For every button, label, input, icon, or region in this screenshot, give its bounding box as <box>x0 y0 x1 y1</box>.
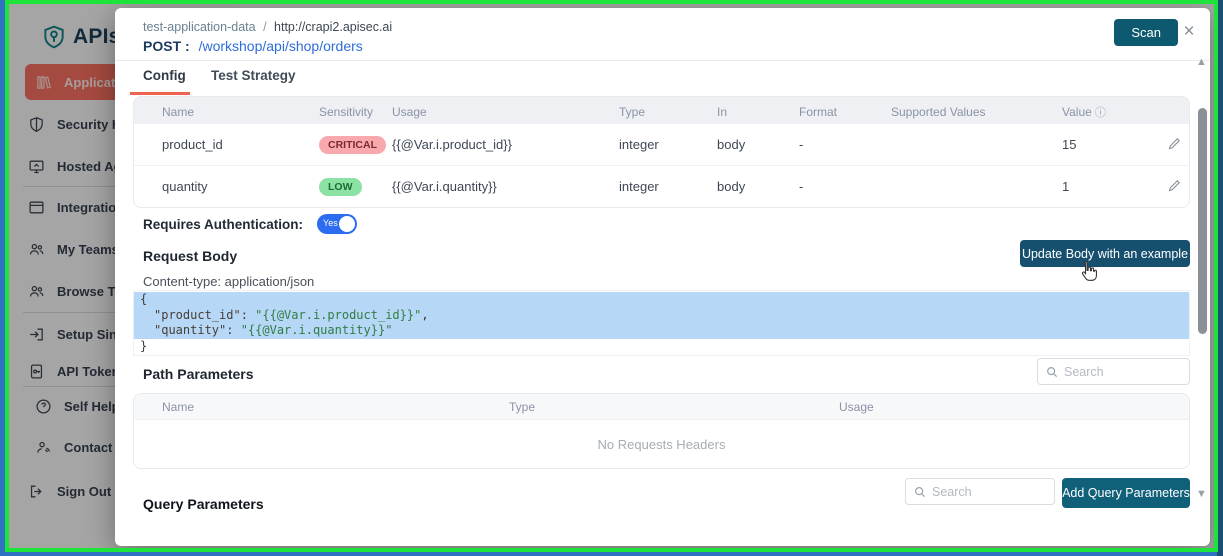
scroll-down-icon[interactable]: ▼ <box>1196 488 1207 500</box>
edit-icon[interactable] <box>1167 178 1190 196</box>
endpoint-config-modal: test-application-data / http://crapi2.ap… <box>115 8 1210 546</box>
col-sensitivity: Sensitivity <box>319 97 392 119</box>
param-format: - <box>799 137 891 152</box>
tab-test-strategy[interactable]: Test Strategy <box>211 68 296 83</box>
table-row: product_id CRITICAL {{@Var.i.product_id}… <box>134 123 1189 165</box>
add-query-parameters-button[interactable]: Add Query Parameters <box>1062 478 1190 508</box>
col-format: Format <box>799 97 891 119</box>
code-line: } <box>134 339 1189 355</box>
col-name: Name <box>134 97 319 119</box>
param-in: body <box>717 179 799 194</box>
edit-icon[interactable] <box>1167 136 1190 154</box>
param-usage: {{@Var.i.product_id}} <box>392 137 619 152</box>
endpoint-title: POST : /workshop/api/shop/orders <box>143 38 363 54</box>
code-line: "product_id": "{{@Var.i.product_id}}", <box>134 308 1189 324</box>
path-parameters-table: Name Type Usage No Requests Headers <box>133 393 1190 469</box>
right-edge-strip <box>1217 0 1223 556</box>
parameters-table-header: Name Sensitivity Usage Type In Format Su… <box>134 97 1189 123</box>
param-name: product_id <box>134 137 319 152</box>
breadcrumb: test-application-data / http://crapi2.ap… <box>143 20 392 34</box>
request-body-editor[interactable]: { "product_id": "{{@Var.i.product_id}}",… <box>133 290 1190 356</box>
col-supported-values: Supported Values <box>891 97 1062 119</box>
requires-authentication-row: Requires Authentication: Yes <box>143 214 357 234</box>
param-type: integer <box>619 137 717 152</box>
path-parameters-title: Path Parameters <box>143 366 254 382</box>
mouse-cursor-hand-icon <box>1077 260 1099 284</box>
close-icon[interactable]: × <box>1178 21 1200 43</box>
scroll-up-icon[interactable]: ▲ <box>1196 56 1207 68</box>
update-body-button[interactable]: Update Body with an example <box>1020 240 1190 267</box>
auth-toggle[interactable]: Yes <box>317 214 357 234</box>
param-in: body <box>717 137 799 152</box>
scrollbar-thumb[interactable] <box>1198 108 1207 334</box>
info-icon: ⓘ <box>1095 107 1106 119</box>
tab-config[interactable]: Config <box>143 68 186 83</box>
search-icon <box>1045 365 1059 379</box>
param-value: 15 <box>1062 137 1167 152</box>
left-edge-strip <box>0 0 6 556</box>
search-input[interactable] <box>1064 359 1185 384</box>
col-value: Valueⓘ <box>1062 97 1167 120</box>
header-divider <box>115 60 1210 61</box>
sensitivity-badge: LOW <box>319 178 362 196</box>
param-format: - <box>799 179 891 194</box>
param-value: 1 <box>1062 179 1167 194</box>
request-body-title: Request Body <box>143 248 237 264</box>
breadcrumb-separator: / <box>259 20 270 34</box>
bottom-edge-strip <box>0 551 1223 556</box>
search-icon <box>913 485 927 499</box>
sensitivity-badge: CRITICAL <box>319 136 386 154</box>
active-tab-underline <box>130 92 190 95</box>
table-row: quantity LOW {{@Var.i.quantity}} integer… <box>134 165 1189 207</box>
requires-authentication-label: Requires Authentication: <box>143 217 303 232</box>
path-parameters-table-header: Name Type Usage <box>134 394 1189 420</box>
breadcrumb-host: http://crapi2.apisec.ai <box>274 20 392 34</box>
col-name: Name <box>134 400 509 414</box>
auth-toggle-label: Yes <box>323 218 338 228</box>
col-in: In <box>717 97 799 119</box>
col-usage: Usage <box>839 400 1189 414</box>
screenshot-viewport: APIsec Applications Security Hub Hosted … <box>0 0 1223 556</box>
query-parameters-title: Query Parameters <box>143 496 264 512</box>
search-input[interactable] <box>932 479 1050 504</box>
http-method: POST : <box>143 38 190 54</box>
code-line: { <box>134 292 1189 308</box>
breadcrumb-app[interactable]: test-application-data <box>143 20 256 34</box>
col-usage: Usage <box>392 97 619 119</box>
query-parameters-search <box>905 478 1055 505</box>
path-parameters-search <box>1037 358 1190 385</box>
col-type: Type <box>509 400 839 414</box>
content-type-label: Content-type: application/json <box>143 274 314 289</box>
code-line: "quantity": "{{@Var.i.quantity}}" <box>134 323 1189 339</box>
param-usage: {{@Var.i.quantity}} <box>392 179 619 194</box>
param-type: integer <box>619 179 717 194</box>
col-type: Type <box>619 97 717 119</box>
endpoint-path: /workshop/api/shop/orders <box>199 38 363 54</box>
empty-state-text: No Requests Headers <box>134 420 1189 468</box>
param-name: quantity <box>134 179 319 194</box>
scan-button[interactable]: Scan <box>1114 19 1178 46</box>
auth-toggle-knob <box>339 216 355 232</box>
parameters-table: Name Sensitivity Usage Type In Format Su… <box>133 96 1190 208</box>
